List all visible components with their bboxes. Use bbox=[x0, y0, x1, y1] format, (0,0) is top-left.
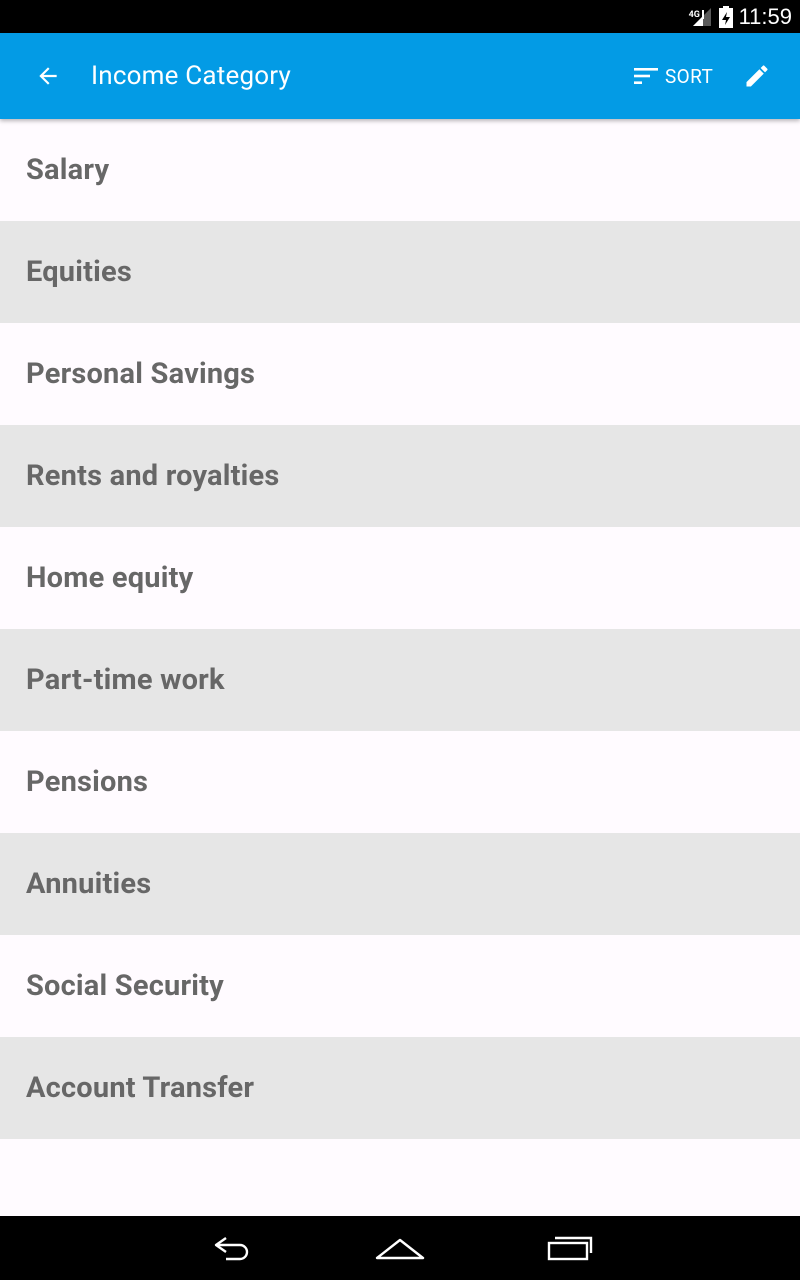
list-item-label: Social Security bbox=[26, 969, 224, 1003]
category-list: Salary Equities Personal Savings Rents a… bbox=[0, 119, 800, 1139]
nav-home-button[interactable] bbox=[360, 1224, 440, 1272]
recents-nav-icon bbox=[545, 1233, 595, 1263]
list-item[interactable]: Home equity bbox=[0, 527, 800, 629]
sort-button[interactable]: SORT bbox=[628, 52, 719, 100]
list-item[interactable]: Rents and royalties bbox=[0, 425, 800, 527]
arrow-back-icon bbox=[35, 63, 61, 89]
list-item[interactable]: Annuities bbox=[0, 833, 800, 935]
list-item-label: Pensions bbox=[26, 765, 149, 799]
nav-back-button[interactable] bbox=[190, 1224, 270, 1272]
list-item[interactable]: Social Security bbox=[0, 935, 800, 1037]
list-item-label: Home equity bbox=[26, 561, 194, 595]
sort-lines-icon bbox=[634, 66, 660, 86]
home-nav-icon bbox=[373, 1234, 427, 1262]
signal-icon: 4G bbox=[689, 6, 713, 28]
list-item[interactable]: Pensions bbox=[0, 731, 800, 833]
pencil-icon bbox=[743, 62, 771, 90]
list-item-label: Rents and royalties bbox=[26, 459, 280, 493]
list-item-label: Personal Savings bbox=[26, 357, 256, 391]
status-time: 11:59 bbox=[738, 4, 792, 29]
navigation-bar bbox=[0, 1216, 800, 1280]
status-icons: 4G 11:59 bbox=[689, 0, 792, 33]
list-item[interactable]: Personal Savings bbox=[0, 323, 800, 425]
list-item[interactable]: Account Transfer bbox=[0, 1037, 800, 1139]
list-item-label: Salary bbox=[26, 153, 110, 187]
battery-icon bbox=[718, 5, 733, 28]
back-nav-icon bbox=[206, 1234, 254, 1262]
nav-recents-button[interactable] bbox=[530, 1224, 610, 1272]
list-item-label: Part-time work bbox=[26, 663, 225, 697]
back-button[interactable] bbox=[24, 52, 72, 100]
list-item[interactable]: Part-time work bbox=[0, 629, 800, 731]
list-item[interactable]: Salary bbox=[0, 119, 800, 221]
edit-button[interactable] bbox=[733, 52, 781, 100]
app-bar: Income Category SORT bbox=[0, 33, 800, 119]
page-title: Income Category bbox=[91, 61, 292, 91]
list-item[interactable]: Equities bbox=[0, 221, 800, 323]
list-item-label: Account Transfer bbox=[26, 1071, 255, 1105]
screen: 4G 11:59 Income Category SORT Salary Equ… bbox=[0, 0, 800, 1280]
list-item-label: Annuities bbox=[26, 867, 152, 901]
sort-label: SORT bbox=[665, 64, 714, 88]
status-bar: 4G 11:59 bbox=[0, 0, 800, 33]
list-item-label: Equities bbox=[26, 255, 132, 289]
